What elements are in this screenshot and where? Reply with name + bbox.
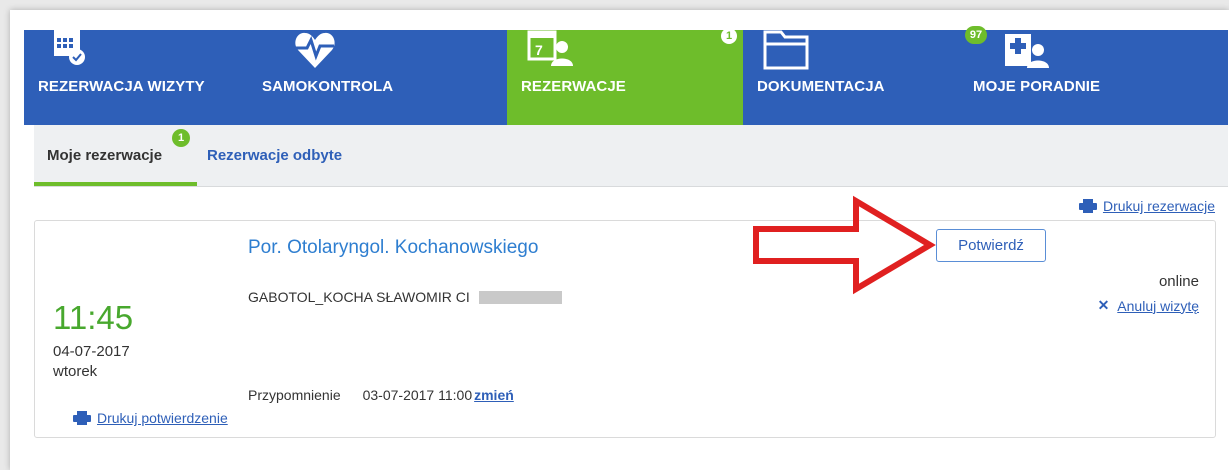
doctor-name: GABOTOL_KOCHA SŁAWOMIR CI bbox=[248, 289, 470, 305]
clinics-badge: 97 bbox=[965, 26, 987, 44]
reservation-weekday: wtorek bbox=[53, 363, 98, 380]
reservations-subtabs: Moje rezerwacje 1 Rezerwacje odbyte bbox=[34, 125, 1228, 187]
folder-icon bbox=[763, 30, 809, 70]
nav-label: DOKUMENTACJA bbox=[757, 78, 885, 95]
reservation-time: 11:45 bbox=[53, 299, 134, 336]
nav-item-samokontrola[interactable]: SAMOKONTROLA bbox=[248, 30, 507, 125]
cancel-visit-link[interactable]: ✕ Anuluj wizytę bbox=[1098, 297, 1199, 314]
nav-item-rezerwacje[interactable]: 7 REZERWACJE 1 bbox=[507, 28, 743, 125]
nav-label: SAMOKONTROLA bbox=[262, 78, 394, 95]
close-icon: ✕ bbox=[1097, 297, 1110, 313]
tab-moje-rezerwacje[interactable]: Moje rezerwacje bbox=[47, 147, 162, 164]
nav-label: REZERWACJE bbox=[521, 78, 626, 95]
print-reservations-link[interactable]: Drukuj rezerwacje bbox=[1078, 198, 1215, 214]
printer-icon bbox=[73, 411, 91, 425]
confirm-button[interactable]: Potwierdź bbox=[936, 229, 1046, 262]
visit-mode: online bbox=[1158, 273, 1199, 290]
printer-icon bbox=[1078, 199, 1097, 213]
nav-label: MOJE PORADNIE bbox=[973, 78, 1101, 95]
nav-item-moje-poradnie[interactable]: MOJE PORADNIE 97 bbox=[959, 26, 1228, 125]
reminder-value: 03-07-2017 11:00 bbox=[362, 387, 473, 403]
tab-rezerwacje-odbyte[interactable]: Rezerwacje odbyte bbox=[207, 147, 342, 164]
calendar-user-icon: 7 bbox=[527, 30, 573, 66]
hospital-user-icon bbox=[1005, 34, 1049, 68]
print-reservations-label: Drukuj rezerwacje bbox=[1102, 198, 1215, 214]
reminder-row: Przypomnienie 03-07-2017 11:00 zmień bbox=[248, 387, 514, 403]
active-tab-indicator bbox=[34, 182, 197, 186]
clinic-name-link[interactable]: Por. Otolaryngol. Kochanowskiego bbox=[248, 237, 538, 259]
top-navigation: REZERWACJA WIZYTY SAMOKONTROLA 7 REZERWA… bbox=[24, 26, 1228, 125]
cancel-visit-label: Anuluj wizytę bbox=[1117, 297, 1199, 314]
nav-item-dokumentacja[interactable]: DOKUMENTACJA bbox=[743, 30, 959, 125]
calendar-check-icon bbox=[54, 30, 85, 65]
change-reminder-link[interactable]: zmień bbox=[474, 387, 514, 403]
reminder-label: Przypomnienie bbox=[248, 387, 341, 403]
reservation-card: 11:45 04-07-2017 wtorek Por. Otolaryngol… bbox=[34, 220, 1216, 438]
calendar-day-number: 7 bbox=[535, 42, 543, 58]
reservation-date: 04-07-2017 bbox=[53, 343, 130, 360]
print-confirmation-label: Drukuj potwierdzenie bbox=[97, 410, 228, 426]
heart-pulse-icon bbox=[295, 32, 335, 68]
redacted-surname bbox=[479, 291, 562, 304]
reservations-badge: 1 bbox=[721, 28, 737, 44]
annotation-arrow-icon bbox=[753, 195, 936, 295]
my-reservations-badge: 1 bbox=[172, 129, 190, 147]
nav-label: REZERWACJA WIZYTY bbox=[38, 78, 205, 95]
print-confirmation-link[interactable]: Drukuj potwierdzenie bbox=[73, 410, 228, 426]
nav-item-rezerwacja-wizyty[interactable]: REZERWACJA WIZYTY bbox=[24, 30, 248, 125]
